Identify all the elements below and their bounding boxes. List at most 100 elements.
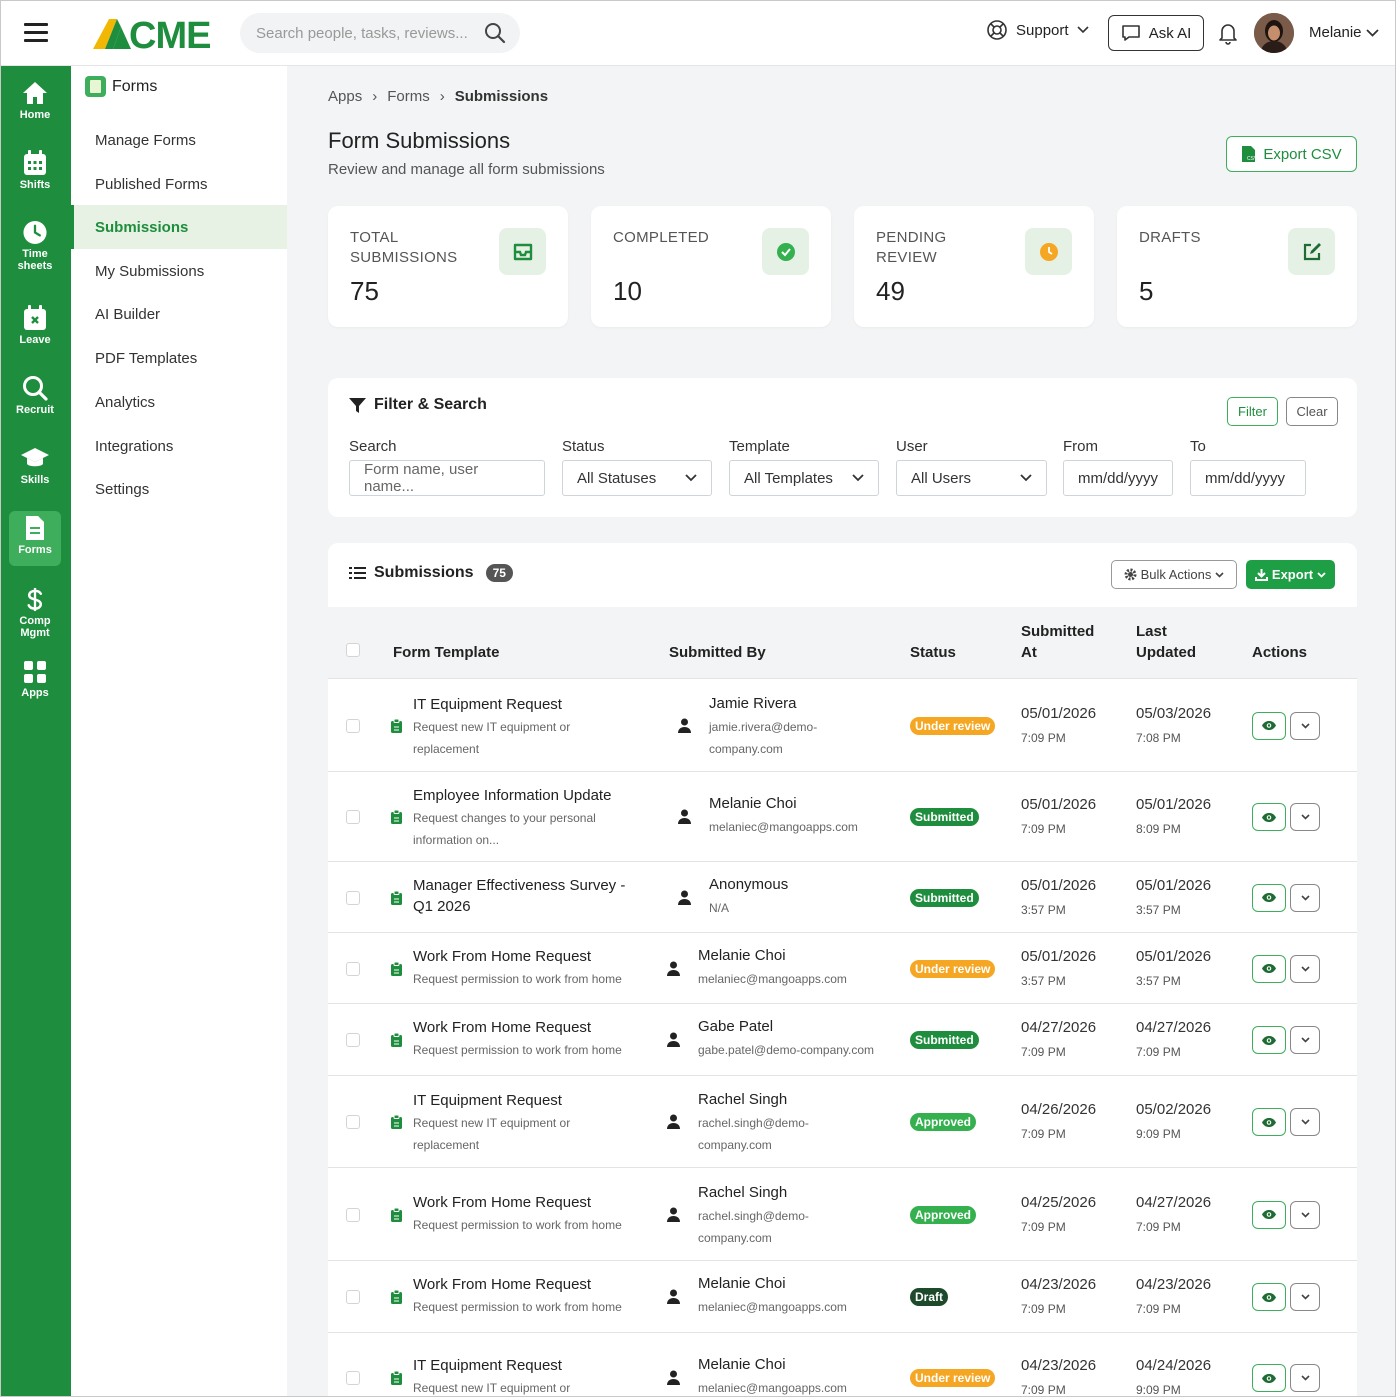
breadcrumb-apps[interactable]: Apps <box>328 88 362 105</box>
form-title[interactable]: Work From Home Request <box>413 1274 653 1295</box>
table-row[interactable]: Work From Home Request Request permission… <box>328 1167 1357 1260</box>
form-title[interactable]: Work From Home Request <box>413 1017 653 1038</box>
rail-item-leave[interactable]: Leave <box>9 301 61 357</box>
global-search[interactable] <box>240 13 520 53</box>
sidebar-item-integrations[interactable]: Integrations <box>71 424 287 468</box>
form-description-line: Request permission to work from home <box>413 971 622 986</box>
row-actions-dropdown[interactable] <box>1290 1200 1320 1229</box>
filter-button[interactable]: Filter <box>1227 397 1278 426</box>
row-checkbox[interactable] <box>346 961 360 976</box>
rail-item-apps[interactable]: Apps <box>9 656 61 712</box>
view-button[interactable] <box>1252 954 1286 983</box>
rail-item-timesheets[interactable]: Time sheets <box>9 216 61 272</box>
user-select[interactable]: All Users <box>896 460 1047 496</box>
rail-item-skills[interactable]: Skills <box>9 441 61 497</box>
bulk-actions-button[interactable]: Bulk Actions <box>1111 560 1237 589</box>
form-title[interactable]: Employee Information Update <box>413 785 653 806</box>
view-button[interactable] <box>1252 1108 1286 1136</box>
rail-item-recruit[interactable]: Recruit <box>9 371 61 427</box>
row-actions-dropdown[interactable] <box>1290 1026 1320 1054</box>
view-button[interactable] <box>1252 803 1286 831</box>
col-last-updated-line1: Last <box>1136 623 1167 640</box>
row-actions-dropdown[interactable] <box>1290 954 1320 983</box>
view-button[interactable] <box>1252 711 1286 740</box>
clear-button[interactable]: Clear <box>1286 397 1338 426</box>
ask-ai-button[interactable]: Ask AI <box>1108 15 1204 51</box>
table-row[interactable]: IT Equipment Request Request new IT equip… <box>328 678 1357 771</box>
export-button[interactable]: Export <box>1246 560 1335 589</box>
chevron-down-icon <box>852 474 864 482</box>
view-button[interactable] <box>1252 1364 1286 1392</box>
from-date-field[interactable]: mm/dd/yyyy <box>1063 460 1173 496</box>
status-select[interactable]: All Statuses <box>562 460 712 496</box>
table-row[interactable]: Manager Effectiveness Survey - Q1 2026 Ano… <box>328 861 1357 932</box>
sidebar-item-settings[interactable]: Settings <box>71 467 287 511</box>
row-actions-dropdown[interactable] <box>1290 1364 1320 1392</box>
row-actions-dropdown[interactable] <box>1290 711 1320 740</box>
acme-logo[interactable]: CME <box>91 13 221 53</box>
to-date-field[interactable]: mm/dd/yyyy <box>1190 460 1306 496</box>
global-search-input[interactable] <box>256 24 476 42</box>
sidebar-item-ai-builder[interactable]: AI Builder <box>71 292 287 336</box>
col-last-updated[interactable]: Last Updated <box>1136 621 1196 663</box>
breadcrumb-forms[interactable]: Forms <box>387 88 430 105</box>
row-actions-dropdown[interactable] <box>1290 803 1320 831</box>
clipboard-icon <box>391 718 402 733</box>
row-checkbox[interactable] <box>346 718 360 733</box>
table-row[interactable]: IT Equipment Request Request new IT equip… <box>328 1332 1357 1396</box>
row-actions-dropdown[interactable] <box>1290 1108 1320 1136</box>
view-button[interactable] <box>1252 1026 1286 1054</box>
table-row[interactable]: Work From Home Request Request permission… <box>328 932 1357 1003</box>
table-row[interactable]: IT Equipment Request Request new IT equip… <box>328 1075 1357 1167</box>
rail-item-forms[interactable]: Forms <box>9 511 61 566</box>
form-title[interactable]: Work From Home Request <box>413 946 653 967</box>
table-row[interactable]: Work From Home Request Request permission… <box>328 1260 1357 1332</box>
view-button[interactable] <box>1252 1283 1286 1311</box>
form-title[interactable]: IT Equipment Request <box>413 1355 653 1376</box>
search-field[interactable]: Form name, user name... <box>349 460 545 496</box>
sidebar-item-manage-forms[interactable]: Manage Forms <box>71 118 287 162</box>
form-title[interactable]: Work From Home Request <box>413 1192 653 1213</box>
row-actions-dropdown[interactable] <box>1290 1283 1320 1311</box>
row-checkbox[interactable] <box>346 1115 360 1129</box>
sidebar-item-submissions[interactable]: Submissions <box>71 205 287 249</box>
row-checkbox[interactable] <box>346 890 360 905</box>
bell-icon[interactable] <box>1217 21 1239 45</box>
row-checkbox[interactable] <box>346 1033 360 1047</box>
export-csv-button[interactable]: CSV Export CSV <box>1226 136 1357 172</box>
rail-item-comp-mgmt[interactable]: Comp Mgmt <box>9 583 61 639</box>
sidebar-item-published-forms[interactable]: Published Forms <box>71 162 287 206</box>
form-description-line: Request changes to your personal <box>413 811 596 825</box>
user-menu[interactable]: Melanie <box>1309 24 1379 41</box>
form-title[interactable]: Manager Effectiveness Survey - Q1 2026 <box>413 875 653 917</box>
table-row[interactable]: Employee Information Update Request chang… <box>328 771 1357 861</box>
rail-item-home[interactable]: Home <box>9 76 61 132</box>
row-actions-dropdown[interactable] <box>1290 883 1320 912</box>
forms-app-icon <box>85 76 106 97</box>
row-checkbox[interactable] <box>346 810 360 824</box>
support-menu[interactable]: Support <box>986 19 1089 41</box>
sidebar-item-label: My Submissions <box>95 262 205 280</box>
row-checkbox[interactable] <box>346 1371 360 1385</box>
row-checkbox[interactable] <box>346 1290 360 1304</box>
col-submitted-by[interactable]: Submitted By <box>669 642 766 663</box>
updated-time: 7:08 PM <box>1136 730 1181 745</box>
view-button[interactable] <box>1252 1200 1286 1229</box>
col-form-template[interactable]: Form Template <box>393 642 499 663</box>
row-checkbox[interactable] <box>346 1207 360 1222</box>
col-status[interactable]: Status <box>910 642 956 663</box>
sidebar-item-analytics[interactable]: Analytics <box>71 380 287 424</box>
form-title[interactable]: IT Equipment Request <box>413 694 653 715</box>
template-select[interactable]: All Templates <box>729 460 879 496</box>
rail-item-shifts[interactable]: Shifts <box>9 146 61 202</box>
sidebar-item-pdf-templates[interactable]: PDF Templates <box>71 336 287 380</box>
view-button[interactable] <box>1252 883 1286 912</box>
form-title[interactable]: IT Equipment Request <box>413 1090 653 1111</box>
col-submitted-at[interactable]: Submitted At <box>1021 621 1094 663</box>
hamburger-menu-icon[interactable] <box>24 23 48 43</box>
sidebar-item-my-submissions[interactable]: My Submissions <box>71 249 287 293</box>
avatar[interactable] <box>1254 13 1294 53</box>
search-icon[interactable] <box>484 22 506 44</box>
table-row[interactable]: Work From Home Request Request permission… <box>328 1003 1357 1075</box>
select-all-checkbox[interactable] <box>346 643 360 657</box>
